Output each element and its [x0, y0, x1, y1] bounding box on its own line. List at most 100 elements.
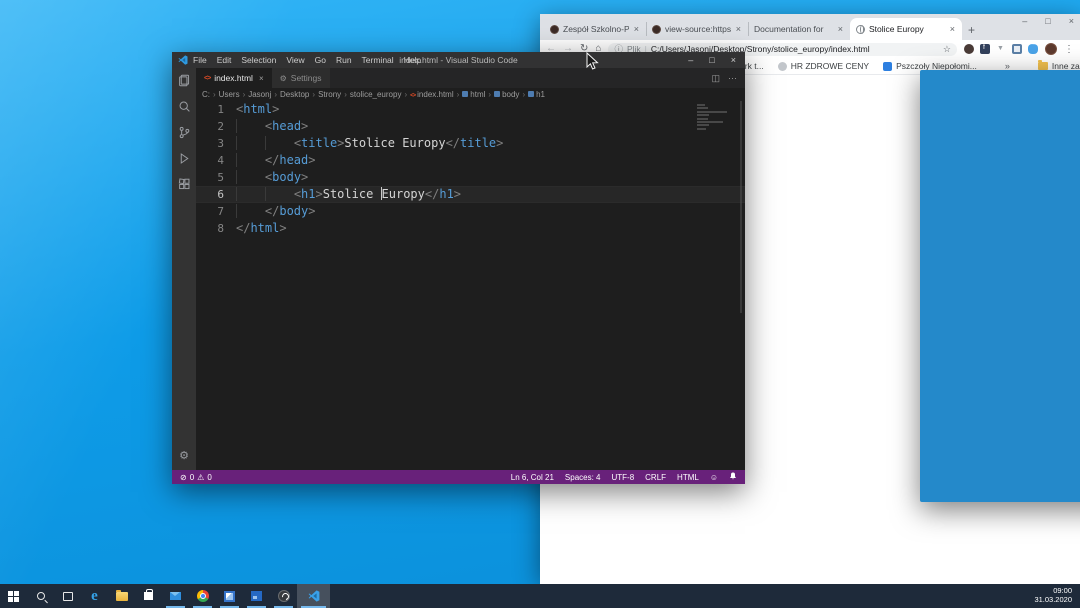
status-eol[interactable]: CRLF: [645, 473, 666, 482]
breadcrumb-item-strony[interactable]: Strony: [318, 90, 341, 99]
warning-icon: ⚠: [197, 473, 204, 482]
menu-go[interactable]: Go: [315, 55, 326, 65]
breadcrumb-separator-icon: ›: [488, 90, 491, 99]
status-indentation[interactable]: Spaces: 4: [565, 473, 601, 482]
browser-menu-icon[interactable]: ⋮: [1064, 44, 1074, 55]
editor-more-actions-icon[interactable]: ···: [728, 73, 737, 83]
screenshot-extension-icon[interactable]: [1012, 44, 1022, 54]
tab-close-icon[interactable]: ×: [633, 24, 640, 34]
breadcrumb-item-jasonj[interactable]: Jasonj: [248, 90, 271, 99]
tab-close-icon[interactable]: ×: [259, 74, 264, 83]
browser-tab-3[interactable]: Documentation for×: [748, 18, 850, 40]
tab-close-icon[interactable]: ×: [735, 24, 742, 34]
code-line[interactable]: 2 <head>: [196, 118, 745, 135]
taskbar-movies-tv-button[interactable]: [243, 584, 270, 608]
code-line[interactable]: 5 <body>: [196, 169, 745, 186]
bookmark-star-icon[interactable]: ☆: [943, 44, 951, 55]
menu-run[interactable]: Run: [336, 55, 352, 65]
taskbar-edge-button[interactable]: e: [81, 584, 108, 608]
filter-extension-icon[interactable]: [996, 44, 1006, 54]
code-line[interactable]: 1<html>: [196, 101, 745, 118]
code-line[interactable]: 3 <title>Stolice Europy</title>: [196, 135, 745, 152]
menu-terminal[interactable]: Terminal: [362, 55, 394, 65]
tab-close-icon[interactable]: ×: [837, 24, 844, 34]
browser-maximize-button[interactable]: □: [1045, 16, 1050, 26]
run-debug-icon[interactable]: [178, 152, 191, 165]
tab-index-html[interactable]: <> index.html ×: [196, 68, 272, 88]
browser-tab-1[interactable]: Zespół Szkolno-Prz...×: [544, 18, 646, 40]
tab-close-icon[interactable]: ×: [949, 24, 956, 34]
menu-view[interactable]: View: [286, 55, 304, 65]
round-extension-icon[interactable]: [964, 44, 974, 54]
menu-selection[interactable]: Selection: [241, 55, 276, 65]
taskbar-obs-button[interactable]: [270, 584, 297, 608]
feedback-icon[interactable]: ☺: [710, 473, 718, 482]
taskbar-search-button[interactable]: [27, 584, 54, 608]
browser-tab-2[interactable]: view-source:https:/...×: [646, 18, 748, 40]
breadcrumb-item-body[interactable]: body: [494, 90, 519, 99]
code-line[interactable]: 7 </body>: [196, 203, 745, 220]
problems-indicator[interactable]: ⊘ 0 ⚠ 0: [180, 473, 212, 482]
minimap[interactable]: [697, 104, 731, 131]
breadcrumb-item-h1[interactable]: h1: [528, 90, 545, 99]
breadcrumb-item-html[interactable]: html: [462, 90, 485, 99]
code-line[interactable]: 6 <h1>Stolice Europy</h1>: [196, 186, 745, 203]
menu-file[interactable]: File: [193, 55, 207, 65]
taskbar-mail-button[interactable]: [162, 584, 189, 608]
browser-minimize-button[interactable]: –: [1022, 16, 1027, 26]
html-file-icon: <>: [410, 93, 415, 99]
menu-edit[interactable]: Edit: [217, 55, 232, 65]
taskbar-store-button[interactable]: [135, 584, 162, 608]
source-control-icon[interactable]: [178, 126, 191, 139]
explorer-icon[interactable]: [178, 74, 191, 87]
manage-gear-icon[interactable]: ⚙: [179, 449, 189, 462]
code-text: <body>: [236, 169, 308, 186]
taskbar-vscode-button[interactable]: [297, 584, 330, 608]
tab-settings[interactable]: ⚙ Settings: [272, 68, 330, 88]
taskbar-task-view-button[interactable]: [54, 584, 81, 608]
taskbar-start-button[interactable]: [0, 584, 27, 608]
status-encoding[interactable]: UTF-8: [611, 473, 634, 482]
taskbar-file-explorer-button[interactable]: [108, 584, 135, 608]
status-language-mode[interactable]: HTML: [677, 473, 699, 482]
breadcrumb-item-stolice-europy[interactable]: stolice_europy: [350, 90, 402, 99]
vscode-minimize-button[interactable]: –: [688, 55, 693, 65]
editor-scrollbar[interactable]: [740, 101, 742, 313]
breadcrumb-item-users[interactable]: Users: [219, 90, 240, 99]
breadcrumb-item-desktop[interactable]: Desktop: [280, 90, 309, 99]
notifications-bell-icon[interactable]: [729, 472, 737, 482]
breadcrumb[interactable]: C:›Users›Jasonj›Desktop›Strony›stolice_e…: [196, 88, 745, 101]
site-favicon: [652, 25, 661, 34]
profile-avatar[interactable]: [1045, 43, 1057, 55]
split-editor-icon[interactable]: ◫: [711, 73, 720, 84]
line-number: 8: [196, 220, 236, 237]
breadcrumb-separator-icon: ›: [404, 90, 407, 99]
extensions-icon[interactable]: [178, 178, 191, 191]
line-number: 7: [196, 203, 236, 220]
bookmark-item-2[interactable]: HR ZDROWE CENY: [778, 61, 869, 71]
facebook-extension-icon[interactable]: [980, 44, 990, 54]
search-icon[interactable]: [178, 100, 191, 113]
code-line[interactable]: 4 </head>: [196, 152, 745, 169]
cloud-extension-icon[interactable]: [1028, 44, 1038, 54]
status-cursor-position[interactable]: Ln 6, Col 21: [511, 473, 554, 482]
breadcrumb-item-c-[interactable]: C:: [202, 90, 210, 99]
site-favicon: [856, 25, 865, 34]
vscode-maximize-button[interactable]: □: [709, 55, 714, 65]
activity-bar: ⚙: [172, 68, 196, 470]
new-tab-button[interactable]: +: [968, 23, 975, 37]
code-line[interactable]: 8</html>: [196, 220, 745, 237]
taskbar-chrome-button[interactable]: [189, 584, 216, 608]
browser-tab-4[interactable]: Stolice Europy×: [850, 18, 962, 40]
taskbar-clock[interactable]: 09:00 31.03.2020: [1034, 584, 1080, 608]
code-editor[interactable]: 1<html>2 <head>3 <title>Stolice Europy</…: [196, 101, 745, 470]
vscode-close-button[interactable]: ×: [731, 55, 736, 65]
taskbar-photos-button[interactable]: [216, 584, 243, 608]
gear-icon: ⚙: [280, 74, 287, 83]
breadcrumb-item-index-html[interactable]: <>index.html: [410, 90, 453, 99]
code-text: </head>: [236, 152, 316, 169]
vscode-titlebar[interactable]: FileEditSelectionViewGoRunTerminalHelp i…: [172, 52, 745, 68]
browser-close-button[interactable]: ×: [1069, 16, 1074, 26]
menu-help[interactable]: Help: [404, 55, 421, 65]
bookmark-favicon: [778, 62, 787, 71]
